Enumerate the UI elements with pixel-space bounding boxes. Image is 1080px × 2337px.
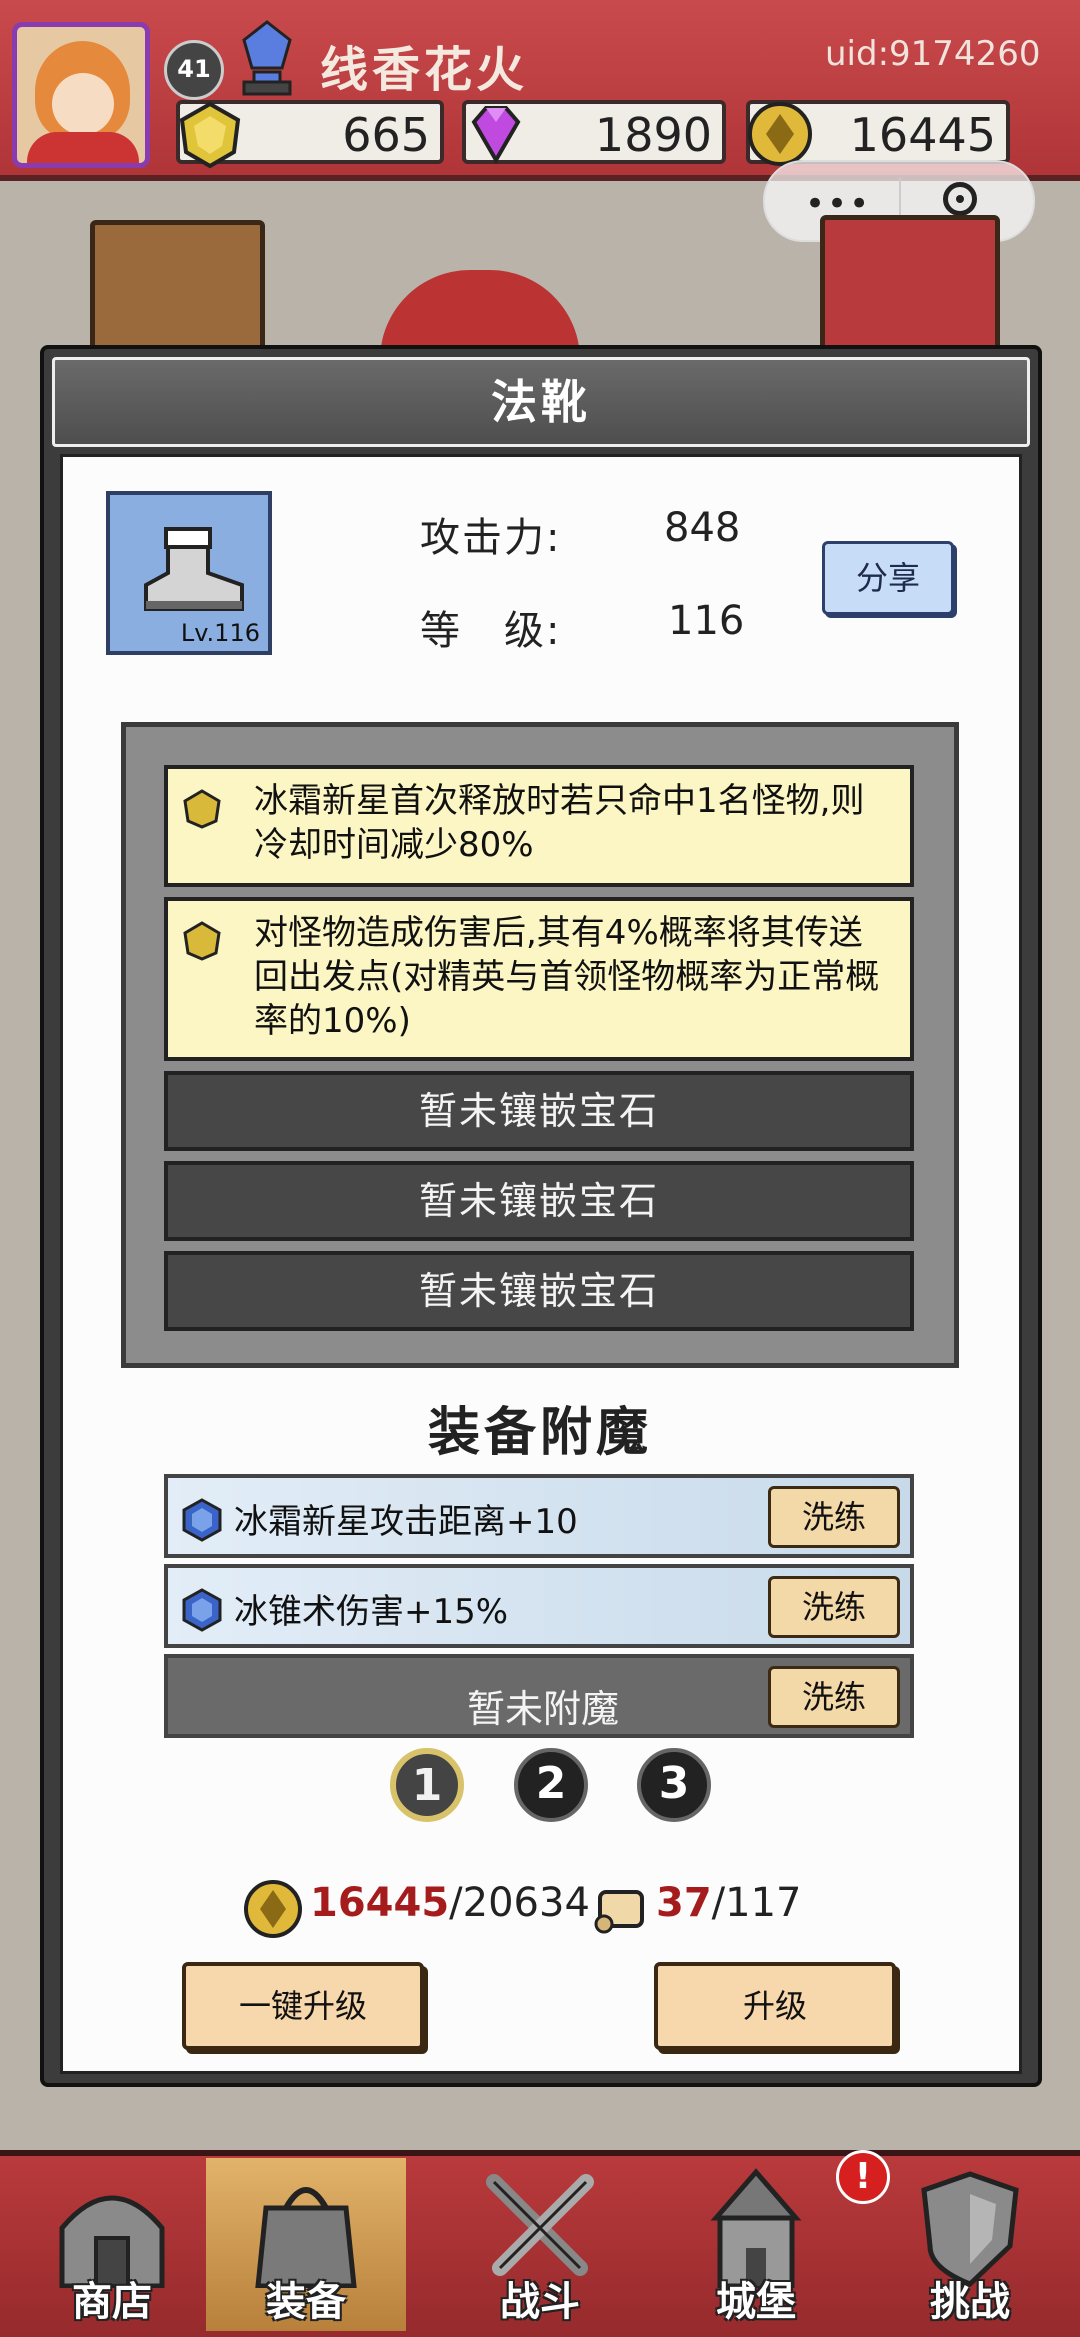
- equipment-level-tag: Lv.116: [180, 619, 260, 647]
- player-uid: uid:9174260: [825, 34, 1041, 74]
- reroll-button[interactable]: 洗练: [768, 1486, 900, 1548]
- gem-effect-text: 对怪物造成伤害后,其有4%概率将其传送回出发点(对精英与首领怪物概率为正常概率的…: [254, 913, 880, 1041]
- player-avatar[interactable]: [12, 22, 150, 168]
- reroll-button[interactable]: 洗练: [768, 1666, 900, 1728]
- nav-shop[interactable]: 商店: [12, 2158, 212, 2331]
- equipment-icon[interactable]: Lv.116: [106, 491, 272, 655]
- one-click-upgrade-button[interactable]: 一键升级: [182, 1962, 424, 2050]
- gold-gem-icon: [183, 921, 221, 961]
- level-value: 116: [668, 598, 745, 644]
- enchant-row-empty: 暂未附魔 洗练: [164, 1654, 914, 1738]
- notification-badge: !: [836, 2150, 890, 2204]
- gold-gem-icon: [179, 101, 241, 169]
- enchant-page-1[interactable]: 1: [390, 1748, 464, 1822]
- gold-gem-icon: [183, 789, 221, 829]
- gem-socket-panel: 冰霜新星首次释放时若只命中1名怪物,则冷却时间减少80% 对怪物造成伤害后,其有…: [121, 722, 959, 1368]
- enchant-text: 冰锥术伤害+15%: [234, 1592, 509, 1632]
- nav-label: 城堡: [716, 2279, 796, 2325]
- level-label: 等 级:: [420, 608, 562, 654]
- gem-effect-text: 冰霜新星首次释放时若只命中1名怪物,则冷却时间减少80%: [254, 781, 865, 865]
- background-equipment-card: [820, 215, 1000, 365]
- blue-gem-icon: [182, 1498, 222, 1542]
- gold-gem-counter[interactable]: 665: [176, 100, 444, 169]
- dialog-header: 法靴: [52, 357, 1030, 447]
- close-target-icon[interactable]: [943, 182, 977, 216]
- nav-challenge[interactable]: 挑战: [870, 2158, 1070, 2331]
- share-button[interactable]: 分享: [822, 541, 954, 615]
- nav-battle[interactable]: 战斗: [440, 2158, 640, 2331]
- enchant-row: 冰锥术伤害+15% 洗练: [164, 1564, 914, 1648]
- player-name: 线香花火: [320, 42, 529, 98]
- nav-castle[interactable]: 城堡: [656, 2158, 856, 2331]
- gem-slot-empty[interactable]: 暂未镶嵌宝石: [164, 1071, 914, 1151]
- gem-slot-empty[interactable]: 暂未镶嵌宝石: [164, 1251, 914, 1331]
- enchant-page-2[interactable]: 2: [514, 1748, 588, 1822]
- enchant-text: 冰霜新星攻击距离+10: [234, 1502, 578, 1542]
- nav-label: 装备: [266, 2279, 346, 2325]
- top-bar: 41 线香花火 uid:9174260 665 1890 16445: [0, 0, 1080, 181]
- gem-slot-empty[interactable]: 暂未镶嵌宝石: [164, 1161, 914, 1241]
- scroll-cost-need: /117: [711, 1880, 802, 1926]
- coin-counter[interactable]: 16445: [746, 100, 1010, 166]
- nav-label: 战斗: [500, 2279, 580, 2325]
- nav-label: 挑战: [930, 2279, 1010, 2325]
- attack-label: 攻击力:: [420, 515, 562, 561]
- reroll-button[interactable]: 洗练: [768, 1576, 900, 1638]
- upgrade-button[interactable]: 升级: [654, 1962, 896, 2050]
- enchant-page-3[interactable]: 3: [637, 1748, 711, 1822]
- gem-slot-filled[interactable]: 对怪物造成伤害后,其有4%概率将其传送回出发点(对精英与首领怪物概率为正常概率的…: [164, 897, 914, 1061]
- attack-value: 848: [664, 505, 741, 551]
- coin-icon: [244, 1880, 302, 1938]
- diamond-icon: [471, 106, 521, 164]
- nav-label: 商店: [72, 2279, 152, 2325]
- diamond-value: 1890: [594, 108, 712, 162]
- nav-equipment[interactable]: 装备: [206, 2158, 406, 2331]
- player-level-badge: 41: [164, 40, 224, 100]
- coin-cost: 16445/20634: [310, 1880, 590, 1926]
- coin-cost-have: 16445: [310, 1880, 450, 1926]
- scroll-cost-have: 37: [656, 1880, 712, 1926]
- coin-value: 16445: [849, 108, 996, 162]
- trophy-icon[interactable]: [232, 18, 302, 98]
- gold-gem-value: 665: [342, 108, 430, 162]
- scroll-icon: [594, 1890, 644, 1934]
- enchant-section-title: 装备附魔: [427, 1403, 652, 1463]
- coin-cost-need: /20634: [449, 1880, 590, 1926]
- scroll-cost: 37/117: [656, 1880, 802, 1926]
- diamond-counter[interactable]: 1890: [462, 100, 726, 164]
- gem-slot-filled[interactable]: 冰霜新星首次释放时若只命中1名怪物,则冷却时间减少80%: [164, 765, 914, 887]
- enchant-row: 冰霜新星攻击距离+10 洗练: [164, 1474, 914, 1558]
- blue-gem-icon: [182, 1588, 222, 1632]
- boot-icon: [144, 527, 244, 611]
- dialog-title: 法靴: [491, 375, 591, 429]
